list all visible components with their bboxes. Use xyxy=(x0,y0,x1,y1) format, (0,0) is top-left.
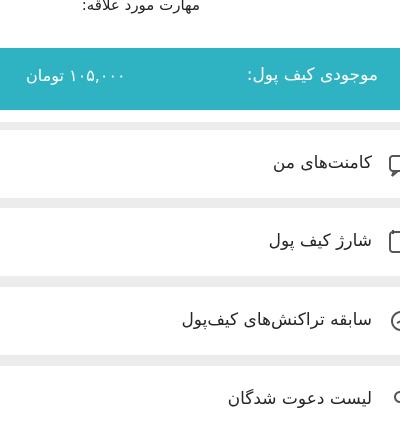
section-gap xyxy=(0,110,400,122)
comment-icon xyxy=(388,151,400,177)
menu-item-label: کامنت‌های من xyxy=(272,153,372,173)
wallet-balance-amount: ۱۰۵,۰۰۰ تومان xyxy=(26,66,126,85)
history-icon xyxy=(388,308,400,334)
wallet-balance-bar: موجودی کیف پول: ۱۰۵,۰۰۰ تومان xyxy=(0,48,400,110)
invite-list-icon xyxy=(388,387,400,413)
menu-item-wallet-history[interactable]: سابقه تراکنش‌های کیف‌پول xyxy=(0,287,400,355)
menu-item-invited-list[interactable]: لیست دعوت شدگان xyxy=(0,366,400,434)
wallet-balance-title: موجودی کیف پول: xyxy=(246,65,378,85)
wallet-charge-icon xyxy=(388,229,400,255)
menu-item-charge-wallet[interactable]: شارژ کیف پول xyxy=(0,208,400,276)
menu-item-my-comments[interactable]: کامنت‌های من xyxy=(0,130,400,198)
top-strip: مهارت مورد علاقه: xyxy=(0,0,400,48)
favorite-skill-label: مهارت مورد علاقه: xyxy=(81,0,200,14)
menu-item-label: سابقه تراکنش‌های کیف‌پول xyxy=(181,310,372,330)
menu-item-label: لیست دعوت شدگان xyxy=(227,389,372,409)
menu-item-label: شارژ کیف پول xyxy=(268,231,372,251)
